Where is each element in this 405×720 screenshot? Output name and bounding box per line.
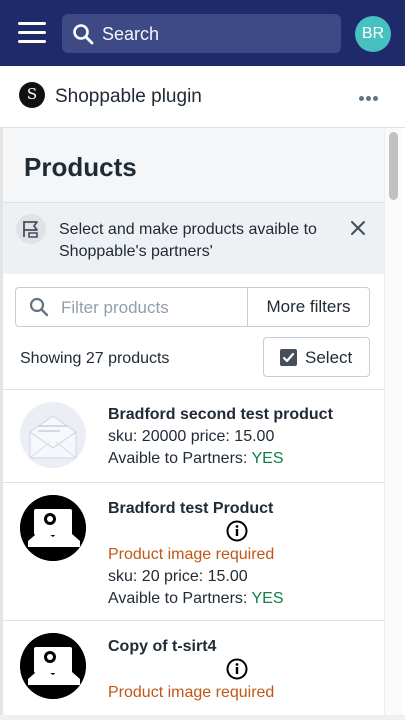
partners-availability: Avaible to Partners: YES: [108, 590, 284, 608]
close-icon[interactable]: [350, 220, 366, 236]
product-row[interactable]: Bradford second test product sku: 20000 …: [3, 390, 384, 482]
product-name: Bradford second test product: [108, 406, 333, 423]
banner-text: Select and make products avaible to Shop…: [59, 221, 317, 260]
more-filters-button[interactable]: More filters: [247, 288, 369, 326]
search-icon: [29, 297, 49, 317]
hamburger-menu-icon[interactable]: [18, 22, 46, 46]
info-icon[interactable]: [226, 520, 248, 542]
top-bar: Search BR: [0, 0, 405, 66]
product-sku-price: sku: 20000 price: 15.00: [108, 428, 275, 445]
product-name: Copy of t-sirt4: [108, 638, 217, 655]
filter-bar: Filter products More filters: [15, 287, 370, 327]
avatar[interactable]: BR: [355, 16, 391, 52]
app-header: S Shoppable plugin: [0, 66, 405, 128]
products-card: Filter products More filters Showing 27 …: [3, 274, 384, 715]
partners-value: YES: [251, 590, 284, 607]
partners-label: Avaible to Partners:: [108, 450, 248, 467]
info-banner: Select and make products avaible to Shop…: [3, 202, 384, 274]
more-actions-icon[interactable]: [359, 88, 383, 101]
banner-icon: [16, 214, 46, 244]
bottom-edge: [0, 715, 405, 720]
envelope-placeholder-icon: [20, 402, 86, 468]
product-sku-price: sku: 20 price: 15.00: [108, 568, 248, 585]
checkbox-icon: [280, 349, 297, 366]
partners-label: Avaible to Partners:: [108, 590, 248, 607]
image-missing-icon: [20, 495, 86, 561]
page-title: Products: [24, 152, 137, 182]
scrollbar[interactable]: [384, 128, 402, 715]
search-icon: [73, 24, 94, 45]
product-count: Showing 27 products: [20, 350, 170, 367]
scrollbar-thumb[interactable]: [389, 132, 398, 200]
info-icon[interactable]: [226, 658, 248, 680]
select-button[interactable]: Select: [263, 337, 370, 377]
product-row[interactable]: Copy of t-sirt4 Product image required: [3, 621, 384, 715]
image-missing-icon: [20, 633, 86, 699]
storefront-flag-icon: [23, 221, 38, 238]
logo-letter: S: [26, 85, 38, 103]
product-name: Bradford test Product: [108, 500, 274, 517]
select-label: Select: [305, 348, 353, 367]
search-bar[interactable]: Search: [62, 14, 341, 53]
image-required-warning: Product image required: [108, 684, 275, 701]
product-row[interactable]: Bradford test Product Product image requ…: [3, 483, 384, 620]
partners-availability: Avaible to Partners: YES: [108, 450, 284, 468]
app-title: Shoppable plugin: [55, 86, 202, 107]
search-placeholder: Search: [102, 24, 160, 44]
image-required-warning: Product image required: [108, 546, 275, 563]
partners-value: YES: [251, 450, 284, 467]
main-content: Products Select and make products avaibl…: [3, 128, 384, 715]
shoppable-logo: S: [19, 82, 45, 108]
filter-products-input[interactable]: Filter products: [61, 298, 169, 318]
